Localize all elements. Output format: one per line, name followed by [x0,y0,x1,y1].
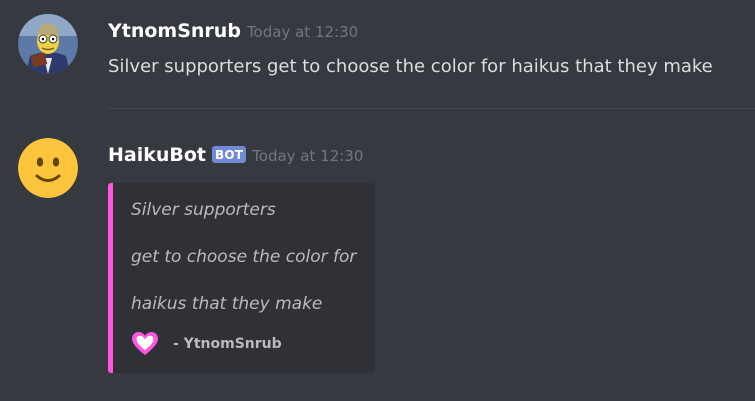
avatar[interactable] [18,14,78,74]
username[interactable]: HaikuBot [108,144,206,166]
user-avatar-icon [18,14,78,74]
message-content: Silver supporters get to choose the colo… [108,56,713,77]
slightly-smiling-face-icon [18,138,78,198]
username[interactable]: YtnomSnrub [108,20,241,42]
embed-accent-bar [108,183,113,373]
timestamp[interactable]: Today at 12:30 [252,147,363,165]
message-header: HaikuBot BOT Today at 12:30 [108,144,363,166]
message-divider [108,108,755,109]
embed-footer-author: - YtnomSnrub [173,336,282,352]
pink-heart-icon [132,332,158,355]
timestamp[interactable]: Today at 12:30 [247,23,358,41]
bot-tag: BOT [212,146,247,163]
message-header: YtnomSnrub Today at 12:30 [108,20,358,42]
haiku-embed: Silver supporters get to choose the colo… [108,183,375,373]
haiku-line-3: haikus that they make [131,294,323,314]
embed-footer: - YtnomSnrub [131,331,282,357]
avatar[interactable] [18,138,78,198]
haiku-line-2: get to choose the color for [131,247,357,267]
haiku-line-1: Silver supporters [131,200,276,220]
